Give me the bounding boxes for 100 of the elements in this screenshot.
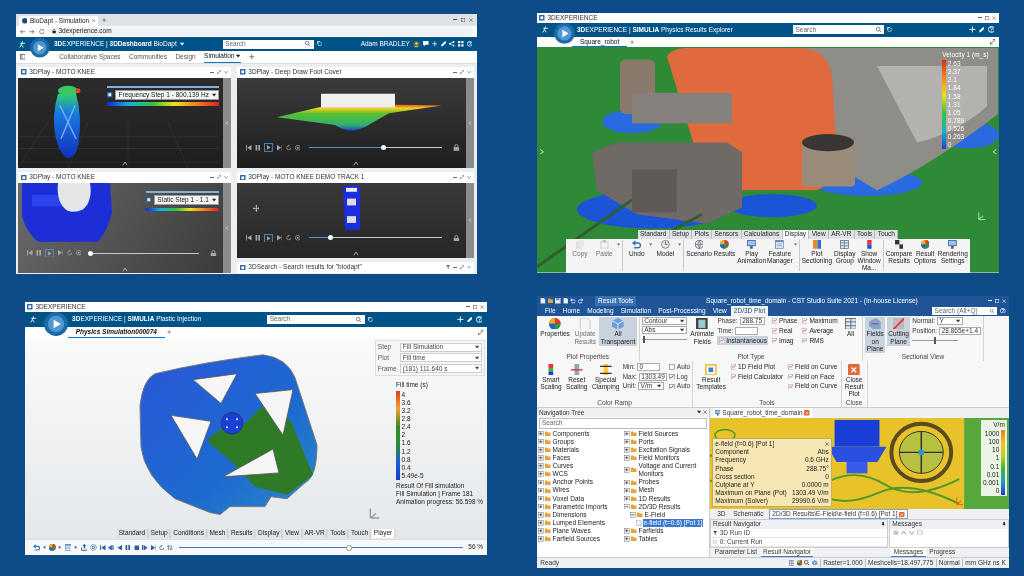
- expand-icon[interactable]: [624, 528, 630, 534]
- plus-icon[interactable]: [431, 41, 438, 47]
- color-ball-icon[interactable]: [796, 560, 803, 566]
- logo-icon[interactable]: [19, 40, 27, 48]
- maximize-icon[interactable]: [460, 17, 465, 22]
- expand-icon[interactable]: [624, 495, 630, 502]
- reload-icon[interactable]: [38, 28, 45, 35]
- expand-icon[interactable]: [538, 512, 544, 518]
- minimize-icon[interactable]: [452, 19, 457, 21]
- expand-icon[interactable]: [538, 430, 544, 437]
- new-tab-icon[interactable]: [102, 17, 107, 22]
- expand-icon[interactable]: [624, 438, 630, 445]
- expand-icon[interactable]: [624, 430, 630, 437]
- logo-icon[interactable]: [30, 316, 37, 323]
- stop-circle-icon[interactable]: [294, 235, 301, 241]
- plus-icon[interactable]: [456, 316, 464, 323]
- step-forward-icon[interactable]: [142, 544, 148, 551]
- skip-to-start-icon[interactable]: [100, 544, 106, 551]
- maximize-icon[interactable]: [472, 304, 477, 309]
- close-icon[interactable]: [479, 304, 484, 309]
- expand-icon[interactable]: [538, 479, 544, 486]
- expand-icon[interactable]: [538, 495, 544, 502]
- play-icon[interactable]: [45, 248, 54, 258]
- expand-icon[interactable]: [538, 455, 544, 461]
- close-icon[interactable]: [468, 17, 474, 22]
- help-icon[interactable]: [1000, 307, 1006, 314]
- pause-icon[interactable]: [255, 235, 261, 241]
- expand-icon[interactable]: [538, 471, 544, 477]
- expand-icon[interactable]: [538, 520, 544, 526]
- minimize-icon[interactable]: [209, 71, 215, 73]
- chevron-up-icon[interactable]: [901, 529, 907, 536]
- checkbox[interactable]: [669, 373, 675, 380]
- expand-icon[interactable]: [538, 463, 544, 469]
- expand-icon[interactable]: [216, 175, 221, 180]
- pen-icon[interactable]: [440, 41, 447, 47]
- tag-icon[interactable]: [887, 27, 893, 33]
- skip-forward-icon[interactable]: [276, 235, 283, 241]
- minimize-icon[interactable]: [452, 71, 458, 73]
- forward-icon[interactable]: [29, 28, 35, 35]
- chat-icon[interactable]: [423, 41, 429, 47]
- expand-icon[interactable]: [459, 70, 464, 75]
- minimize-icon[interactable]: [209, 176, 215, 178]
- play-icon[interactable]: [264, 233, 273, 243]
- expand-icon[interactable]: [538, 487, 544, 494]
- skip-forward-icon[interactable]: [57, 250, 64, 256]
- timeline-thumb[interactable]: [327, 235, 333, 241]
- collapse-icon[interactable]: [624, 503, 630, 510]
- redo-icon[interactable]: [577, 298, 584, 304]
- back-icon[interactable]: [19, 28, 26, 35]
- swap-icon[interactable]: [167, 544, 173, 551]
- loop-icon[interactable]: [285, 145, 292, 151]
- loop-icon[interactable]: [159, 544, 165, 551]
- expand-icon[interactable]: [624, 455, 630, 461]
- step-back-icon[interactable]: [108, 544, 114, 551]
- checkbox[interactable]: [669, 364, 675, 370]
- minimize-icon[interactable]: [452, 267, 458, 268]
- animation-thumb[interactable]: [346, 544, 353, 551]
- grid-icon[interactable]: [788, 560, 795, 566]
- lock-icon[interactable]: [452, 144, 460, 152]
- pen-icon[interactable]: [978, 27, 985, 33]
- play-icon[interactable]: [264, 143, 273, 153]
- maximize-icon[interactable]: [984, 15, 989, 20]
- undo-icon[interactable]: [32, 544, 40, 551]
- timeline-thumb[interactable]: [87, 250, 93, 256]
- export-icon[interactable]: [80, 544, 88, 551]
- search-icon[interactable]: [875, 27, 882, 33]
- expand-icon[interactable]: [459, 265, 464, 270]
- avatar-icon[interactable]: [413, 40, 420, 48]
- close-icon[interactable]: [899, 511, 905, 518]
- close-tab-icon[interactable]: [91, 19, 96, 23]
- pin-icon[interactable]: [1001, 522, 1007, 527]
- loop-icon[interactable]: [285, 235, 292, 241]
- timeline-track[interactable]: [309, 147, 442, 149]
- expand-icon[interactable]: [624, 447, 630, 453]
- expand-icon[interactable]: [624, 536, 630, 542]
- minimize-icon[interactable]: [452, 176, 458, 178]
- share-icon[interactable]: [449, 41, 455, 47]
- help-icon[interactable]: [987, 26, 995, 34]
- expand-icon[interactable]: [216, 70, 221, 75]
- expand-icon[interactable]: [538, 438, 544, 445]
- search-icon[interactable]: [990, 308, 995, 313]
- move-icon[interactable]: [252, 205, 260, 213]
- skip-forward-icon[interactable]: [276, 145, 283, 151]
- search-icon[interactable]: [804, 560, 810, 566]
- expand-icon[interactable]: [538, 503, 544, 510]
- minimize-icon[interactable]: [465, 306, 471, 308]
- help-icon[interactable]: [475, 316, 483, 323]
- lock-icon[interactable]: [209, 249, 217, 257]
- caret-icon[interactable]: [179, 42, 185, 47]
- sidebar-icon[interactable]: [19, 54, 26, 60]
- help-icon[interactable]: [466, 41, 473, 47]
- lock-icon[interactable]: [452, 234, 460, 242]
- expand-icon[interactable]: [624, 487, 630, 494]
- timeline-track[interactable]: [309, 237, 442, 239]
- checkbox[interactable]: [669, 383, 675, 390]
- timeline-track[interactable]: [90, 252, 199, 254]
- skip-back-icon[interactable]: [246, 145, 252, 151]
- color-ball-icon[interactable]: [48, 544, 56, 551]
- caret-icon[interactable]: [236, 54, 241, 59]
- input-field[interactable]: [735, 326, 759, 335]
